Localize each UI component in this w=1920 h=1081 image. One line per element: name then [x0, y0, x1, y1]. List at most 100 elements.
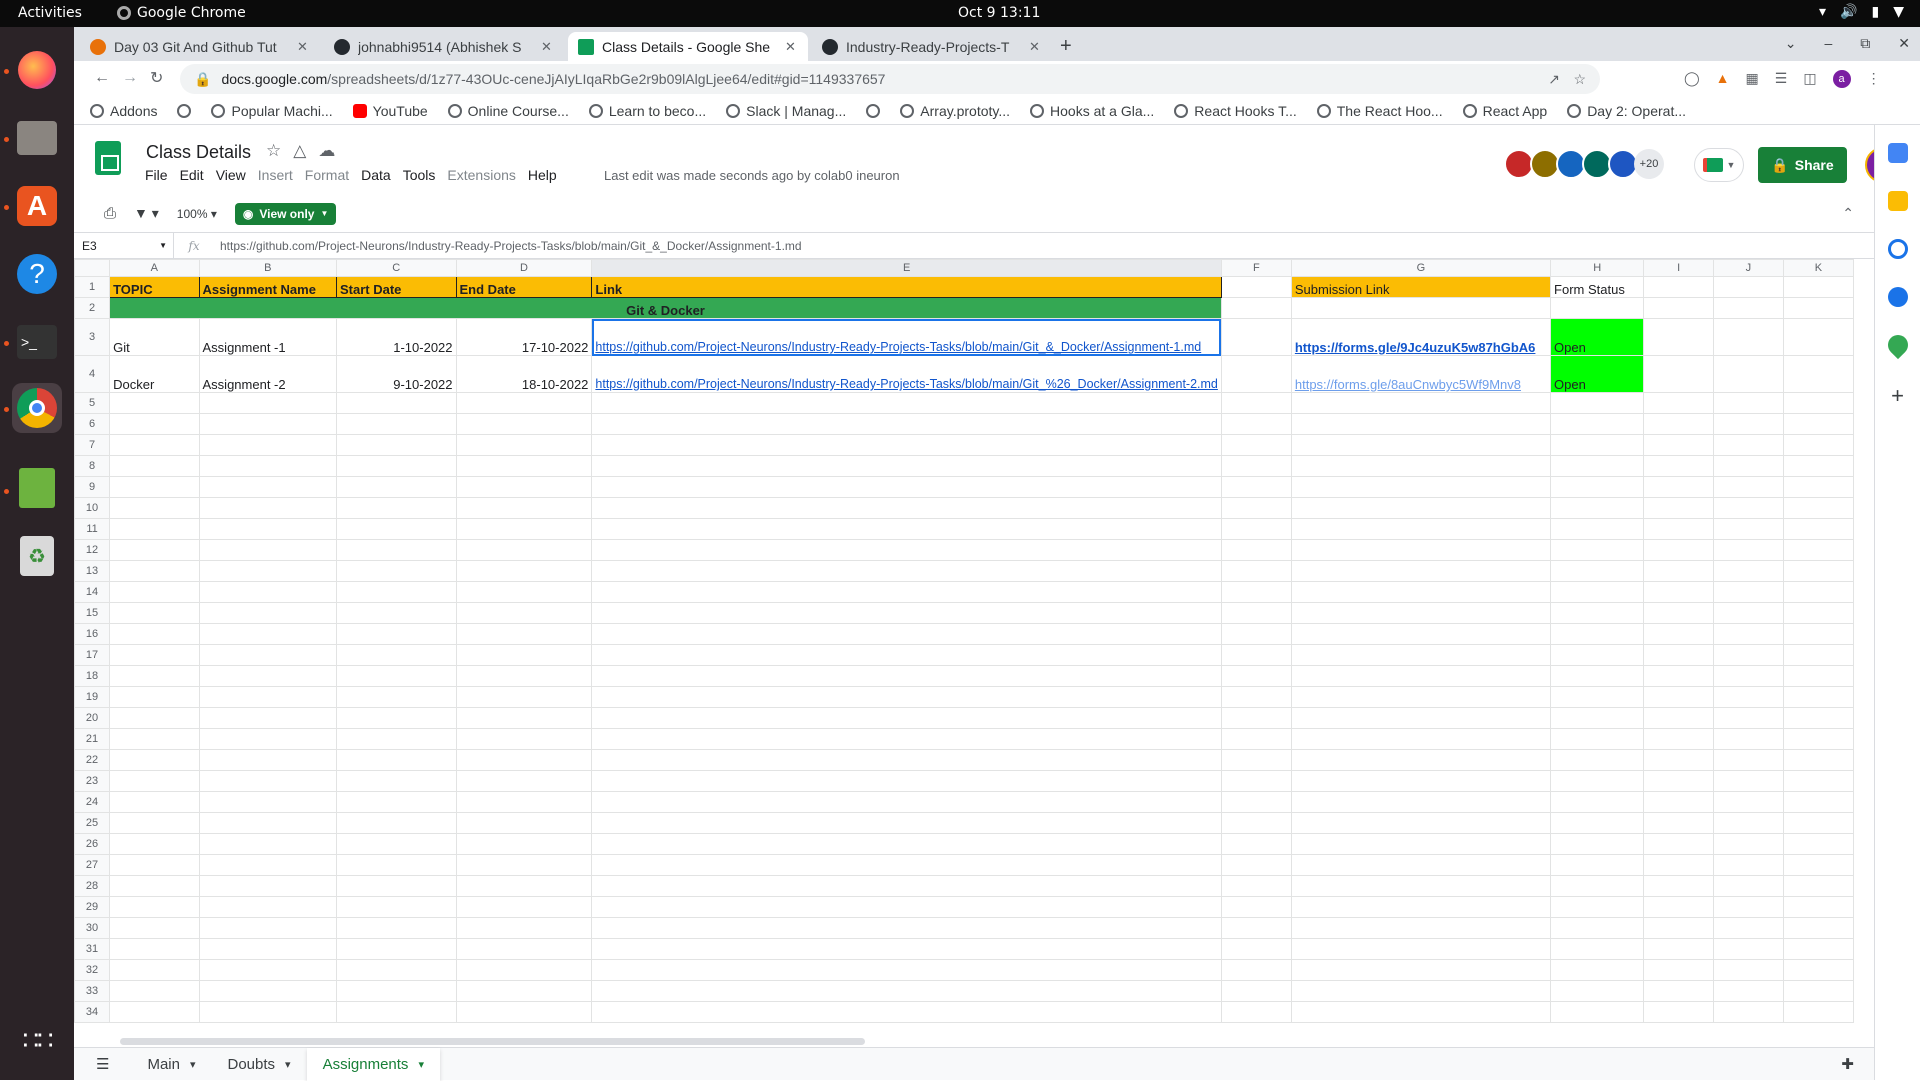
row-header[interactable]: 26: [74, 833, 111, 855]
show-apps-icon[interactable]: ∷∷: [12, 1015, 62, 1065]
cell[interactable]: [1550, 392, 1645, 414]
row-header[interactable]: 31: [74, 938, 111, 960]
cell[interactable]: [1550, 539, 1645, 561]
cell[interactable]: [1782, 791, 1854, 813]
cell[interactable]: [1220, 665, 1292, 687]
cell[interactable]: [1713, 875, 1784, 897]
cell[interactable]: [591, 833, 1222, 855]
cell[interactable]: [1713, 728, 1784, 750]
cell[interactable]: [1220, 875, 1292, 897]
cell[interactable]: [198, 728, 338, 750]
bookmark-item[interactable]: Learn to beco...: [588, 103, 706, 119]
cell[interactable]: [455, 665, 593, 687]
cell[interactable]: [455, 644, 593, 666]
cell[interactable]: [109, 938, 200, 960]
cell[interactable]: [1290, 938, 1552, 960]
cell[interactable]: [1782, 602, 1854, 624]
cell[interactable]: [198, 770, 338, 792]
cell[interactable]: [1290, 770, 1552, 792]
column-header-h[interactable]: H: [1550, 259, 1645, 277]
cell[interactable]: [1713, 749, 1784, 771]
cell[interactable]: [591, 917, 1222, 939]
reading-list-icon[interactable]: ☰: [1775, 70, 1788, 88]
app-center-icon[interactable]: A: [12, 181, 62, 231]
cell[interactable]: [1550, 959, 1645, 981]
cell[interactable]: [336, 875, 457, 897]
cell[interactable]: [1290, 833, 1552, 855]
cell[interactable]: [1550, 980, 1645, 1002]
cell[interactable]: Open: [1550, 318, 1645, 356]
cell[interactable]: [1782, 297, 1854, 319]
cell[interactable]: [1782, 434, 1854, 456]
cell[interactable]: [198, 686, 338, 708]
bookmark-item[interactable]: The React Hoo...: [1316, 103, 1443, 119]
cell[interactable]: [1782, 938, 1854, 960]
cell[interactable]: [591, 644, 1222, 666]
cell[interactable]: [1290, 581, 1552, 603]
cell[interactable]: [1643, 560, 1715, 582]
cell[interactable]: [109, 959, 200, 981]
cell[interactable]: [591, 770, 1222, 792]
puzzle-icon[interactable]: ▦: [1746, 70, 1759, 88]
cell[interactable]: [1220, 297, 1292, 319]
cell[interactable]: [198, 707, 338, 729]
cell[interactable]: [591, 980, 1222, 1002]
cell[interactable]: https://forms.gle/9Jc4uzuK5w87hGbA6: [1290, 318, 1552, 356]
cell[interactable]: [455, 833, 593, 855]
cell[interactable]: [1290, 686, 1552, 708]
bookmark-item[interactable]: Online Course...: [447, 103, 569, 119]
cell-table[interactable]: ABCDEFGHIJK 1 TOPIC Assignment Name Start D…: [74, 259, 1854, 1023]
cell[interactable]: [591, 686, 1222, 708]
chevron-down-icon[interactable]: ▾: [285, 1058, 291, 1071]
cell[interactable]: [1713, 623, 1784, 645]
cell[interactable]: [455, 980, 593, 1002]
cell[interactable]: [109, 497, 200, 519]
cell[interactable]: [1782, 686, 1854, 708]
cell[interactable]: [336, 854, 457, 876]
row-header[interactable]: 14: [74, 581, 111, 603]
row-header[interactable]: 15: [74, 602, 111, 624]
row-header[interactable]: 29: [74, 896, 111, 918]
restore-icon[interactable]: ⧉: [1860, 35, 1870, 52]
cell[interactable]: [109, 392, 200, 414]
cell[interactable]: [1220, 560, 1292, 582]
cell[interactable]: [1782, 581, 1854, 603]
cell[interactable]: 17-10-2022: [455, 318, 593, 356]
row-header[interactable]: 33: [74, 980, 111, 1002]
cell[interactable]: [1713, 896, 1784, 918]
cell[interactable]: [336, 665, 457, 687]
cell[interactable]: Open: [1550, 355, 1645, 393]
cell[interactable]: [109, 581, 200, 603]
cell[interactable]: [109, 812, 200, 834]
cell[interactable]: [1643, 959, 1715, 981]
cell[interactable]: [336, 602, 457, 624]
cell[interactable]: [198, 1001, 338, 1023]
cell[interactable]: [1713, 938, 1784, 960]
cell[interactable]: [1782, 560, 1854, 582]
cell[interactable]: [1220, 455, 1292, 477]
cell[interactable]: [336, 770, 457, 792]
cell[interactable]: [1290, 455, 1552, 477]
cell[interactable]: [198, 497, 338, 519]
cell[interactable]: [1782, 875, 1854, 897]
cell[interactable]: [109, 875, 200, 897]
cell[interactable]: [1713, 318, 1784, 356]
cell[interactable]: [336, 392, 457, 414]
cell[interactable]: [1643, 791, 1715, 813]
cell[interactable]: [336, 518, 457, 540]
side-panel-icon[interactable]: ◫: [1803, 70, 1816, 88]
files-icon[interactable]: [12, 113, 62, 163]
bookmark-item[interactable]: Day 2: Operat...: [1567, 103, 1686, 119]
close-icon[interactable]: ✕: [785, 39, 796, 55]
tasks-icon[interactable]: [1887, 239, 1908, 259]
cell[interactable]: [1550, 581, 1645, 603]
cell[interactable]: [455, 728, 593, 750]
cell[interactable]: [198, 518, 338, 540]
sheet-tab-doubts[interactable]: Doubts ▾: [212, 1048, 307, 1081]
row-header[interactable]: 16: [74, 623, 111, 645]
cell[interactable]: [198, 980, 338, 1002]
cell[interactable]: [1713, 959, 1784, 981]
cell[interactable]: [1550, 770, 1645, 792]
cell[interactable]: [1713, 707, 1784, 729]
row-header[interactable]: 27: [74, 854, 111, 876]
